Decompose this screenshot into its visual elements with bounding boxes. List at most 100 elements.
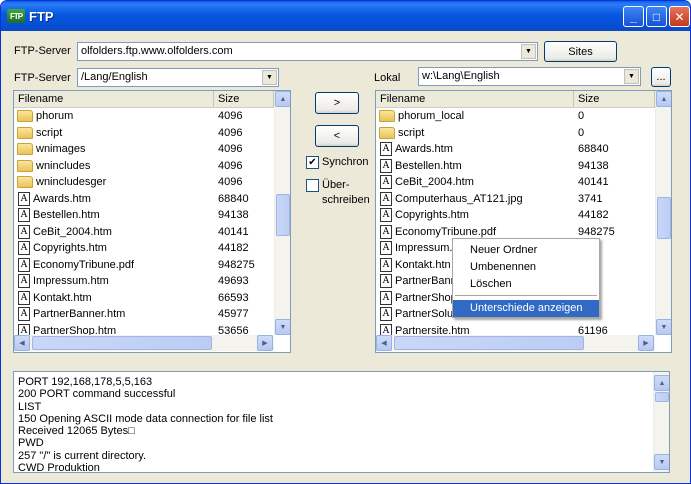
synchron-label: Synchron [322,156,369,168]
scroll-thumb[interactable] [276,194,290,236]
file-row[interactable]: A Bestellen.htm 94138 [14,207,272,224]
remote-path-select[interactable]: /Lang/English ▼ [77,68,279,87]
local-vertical-scrollbar[interactable]: ▲ ▼ [655,91,671,335]
overwrite-checkbox[interactable] [306,179,319,192]
file-name: phorum [36,110,74,123]
file-name-cell: A Awards.htm [14,191,214,206]
remote-horizontal-scrollbar[interactable]: ◀ ▶ [14,335,274,351]
file-row[interactable]: phorum 4096 [14,108,272,125]
file-row[interactable]: A Awards.htm 68840 [376,141,653,158]
server-value: olfolders.ftp.www.olfolders.com [81,45,233,57]
file-size: 4096 [218,159,243,172]
file-size: 948275 [218,258,255,271]
menu-item-rename[interactable]: Umbenennen [453,259,599,276]
file-name-cell: A EconomyTribune.pdf [376,224,574,239]
file-row[interactable]: script 4096 [14,125,272,142]
file-row[interactable]: A EconomyTribune.pdf 948275 [14,257,272,274]
close-button[interactable]: ✕ [669,6,690,27]
remote-vertical-scrollbar[interactable]: ▲ ▼ [274,91,290,335]
file-row[interactable]: A Computerhaus_AT121.jpg 3741 [376,191,653,208]
document-icon: A [18,257,30,272]
minimize-button[interactable]: _ [623,6,644,27]
file-row[interactable]: wnincludes 4096 [14,158,272,175]
file-size: 44182 [578,209,609,222]
document-icon: A [380,191,392,206]
file-row[interactable]: wnimages 4096 [14,141,272,158]
menu-item-delete[interactable]: Löschen [453,276,599,293]
file-name-cell: phorum_local [376,110,574,123]
size-column-header[interactable]: Size [574,91,655,107]
scroll-left-button[interactable]: ◀ [14,335,30,351]
scroll-thumb[interactable] [32,336,212,350]
scroll-up-button[interactable]: ▲ [654,375,669,391]
file-row[interactable]: A Bestellen.htm 94138 [376,158,653,175]
log-line: PWD [18,437,44,450]
file-name-cell: phorum [14,110,214,123]
file-row[interactable]: A Kontakt.htm 66593 [14,290,272,307]
log-line: Received 12065 Bytes□ [18,425,135,438]
document-icon: A [380,175,392,190]
file-name: EconomyTribune.pdf [395,225,497,238]
file-row[interactable]: phorum_local 0 [376,108,653,125]
scroll-thumb[interactable] [657,197,671,239]
file-row[interactable]: script 0 [376,125,653,142]
title-bar[interactable]: FTP FTP _ □ ✕ [1,1,690,31]
server-select[interactable]: olfolders.ftp.www.olfolders.com ▼ [77,42,538,61]
scroll-left-button[interactable]: ◀ [376,335,392,351]
log-output[interactable]: PORT 192,168,178,5,5,163 200 PORT command… [13,371,670,473]
upload-button[interactable]: > [315,92,359,114]
file-row[interactable]: A Awards.htm 68840 [14,191,272,208]
scroll-right-button[interactable]: ▶ [257,335,273,351]
file-row[interactable]: A CeBit_2004.htm 40141 [14,224,272,241]
file-name: Impressum.htm [33,275,109,288]
scroll-down-button[interactable]: ▼ [656,319,671,335]
scroll-thumb[interactable] [655,392,669,402]
scroll-up-button[interactable]: ▲ [275,91,290,107]
file-size: 40141 [578,176,609,189]
file-row[interactable]: A PartnerBanner.htm 45977 [14,306,272,323]
file-name: phorum_local [398,110,465,123]
browse-button[interactable]: ... [651,67,671,87]
folder-icon [17,159,33,172]
file-size: 66593 [218,291,249,304]
menu-item-show-differences[interactable]: Unterschiede anzeigen [453,300,599,317]
chevron-down-icon[interactable]: ▼ [624,69,639,84]
log-vertical-scrollbar[interactable]: ▲ ▼ [653,372,669,472]
file-size: 4096 [218,143,243,156]
maximize-button[interactable]: □ [646,6,667,27]
scroll-right-button[interactable]: ▶ [638,335,654,351]
filename-column-header[interactable]: Filename [14,91,214,107]
file-row[interactable]: A CeBit_2004.htm 40141 [376,174,653,191]
download-button[interactable]: < [315,125,359,147]
remote-file-list[interactable]: Filename Size phorum 4096 script 4096 wnimag… [13,90,291,353]
chevron-down-icon[interactable]: ▼ [521,44,536,59]
scroll-thumb[interactable] [394,336,584,350]
file-name: PartnerShop [395,291,457,304]
file-name-cell: A Awards.htm [376,142,574,157]
file-row[interactable]: A Impressum.htm 49693 [14,273,272,290]
folder-icon [17,176,33,189]
chevron-down-icon[interactable]: ▼ [262,70,277,85]
file-name-cell: A Copyrights.htm [14,241,214,256]
sites-button[interactable]: Sites [544,41,617,62]
file-name: EconomyTribune.pdf [33,258,135,271]
file-size: 948275 [578,225,615,238]
scroll-down-button[interactable]: ▼ [275,319,290,335]
file-size: 3741 [578,192,603,205]
file-row[interactable]: wnincludesger 4096 [14,174,272,191]
filename-column-header[interactable]: Filename [376,91,574,107]
file-size: 45977 [218,308,249,321]
scroll-up-button[interactable]: ▲ [656,91,671,107]
scroll-down-button[interactable]: ▼ [654,454,669,470]
file-row[interactable]: A Copyrights.htm 44182 [376,207,653,224]
file-name-cell: A Bestellen.htm [376,158,574,173]
log-line: 200 PORT command successful [18,388,176,401]
file-row[interactable]: A Copyrights.htm 44182 [14,240,272,257]
size-column-header[interactable]: Size [214,91,274,107]
local-path-select[interactable]: w:\Lang\English ▼ [418,67,641,86]
file-name: CeBit_2004.htm [395,176,474,189]
local-list-header: Filename Size [376,91,655,108]
synchron-checkbox[interactable]: ✔ [306,156,319,169]
local-horizontal-scrollbar[interactable]: ◀ ▶ [376,335,655,351]
menu-item-new-folder[interactable]: Neuer Ordner [453,242,599,259]
